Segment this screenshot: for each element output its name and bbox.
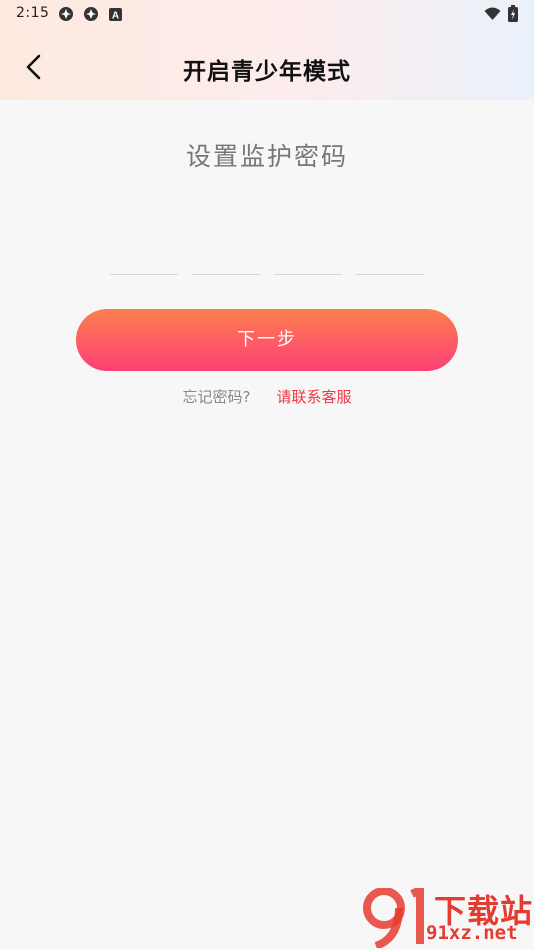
section-heading: 设置监护密码 — [185, 142, 348, 171]
next-step-button[interactable]: 下一步 — [76, 309, 458, 371]
pin-digit-field[interactable] — [110, 244, 178, 275]
pin-digit-field[interactable] — [356, 244, 424, 275]
pin-digit-field[interactable] — [274, 244, 342, 275]
battery-icon — [508, 5, 518, 22]
status-time: 2:15 — [16, 5, 50, 21]
wifi-icon — [484, 7, 501, 20]
watermark-url: 91xz.net — [426, 922, 518, 944]
page-title: 开启青少年模式 — [183, 59, 351, 85]
nav-bar: 开启青少年模式 — [0, 36, 534, 100]
contact-support-link[interactable]: 请联系客服 — [276, 388, 351, 406]
forgot-password-text: 忘记密码? — [182, 388, 251, 406]
app-notification-icon — [84, 7, 98, 21]
a-square-icon: A — [109, 8, 122, 21]
pin-digit-field[interactable] — [192, 244, 260, 275]
status-bar: 2:15 A — [0, 0, 534, 28]
pin-input-group[interactable] — [110, 244, 424, 276]
91-logo — [363, 888, 424, 948]
app-notification-icon — [59, 7, 73, 21]
forgot-password-row: 忘记密码? 请联系客服 — [0, 386, 534, 407]
watermark: 下载站 91xz.net — [362, 886, 534, 950]
svg-text:A: A — [112, 11, 119, 22]
